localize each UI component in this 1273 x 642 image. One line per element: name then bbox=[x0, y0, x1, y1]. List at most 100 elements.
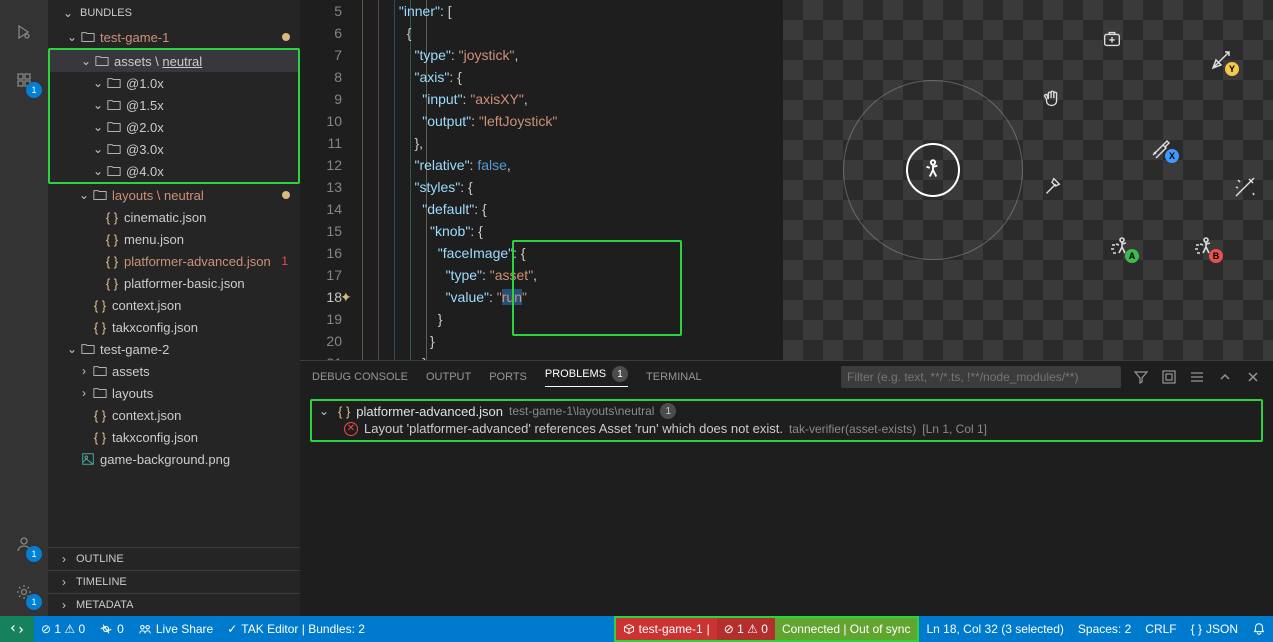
gear-icon[interactable]: 1 bbox=[0, 568, 48, 616]
status-cursor[interactable]: Ln 18, Col 32 (3 selected) bbox=[919, 616, 1070, 642]
tree-row[interactable]: ⌄test-game-2 bbox=[48, 338, 300, 360]
tree-label: @4.0x bbox=[126, 164, 164, 179]
bottom-panel: DEBUG CONSOLE OUTPUT PORTS PROBLEMS1 TERMINA… bbox=[300, 360, 1273, 616]
extensions-icon[interactable]: 1 bbox=[0, 56, 48, 104]
sidebar-section-outline[interactable]: ›OUTLINE bbox=[48, 547, 300, 570]
account-badge: 1 bbox=[26, 546, 42, 562]
problem-file-row[interactable]: ⌄ { } platformer-advanced.json test-game… bbox=[316, 403, 1257, 419]
tree-label: @3.0x bbox=[126, 142, 164, 157]
panel-tab-output[interactable]: OUTPUT bbox=[426, 371, 471, 383]
tree-row[interactable]: ⌄@4.0x bbox=[50, 160, 298, 182]
tree-row[interactable]: { }context.json bbox=[48, 294, 300, 316]
problem-file: platformer-advanced.json bbox=[356, 404, 503, 419]
panel-tabs: DEBUG CONSOLE OUTPUT PORTS PROBLEMS1 TERMINA… bbox=[300, 361, 1273, 393]
highlight-box-code bbox=[512, 240, 682, 336]
close-icon[interactable] bbox=[1245, 369, 1261, 385]
tree-label: test-game-1 bbox=[100, 30, 169, 45]
tree-label: context.json bbox=[112, 408, 181, 423]
tree-label: takxconfig.json bbox=[112, 430, 198, 445]
status-ports[interactable]: 0 bbox=[92, 616, 131, 642]
sword-icon[interactable]: X bbox=[1149, 135, 1173, 159]
problem-location: [Ln 1, Col 1] bbox=[922, 422, 987, 436]
tree-label: context.json bbox=[112, 298, 181, 313]
status-bar: ⊘ 1 ⚠ 0 0 Live Share ✓ TAK Editor | Bund… bbox=[0, 616, 1273, 642]
tree-row[interactable]: game-background.png bbox=[48, 448, 300, 470]
tree-label: @1.5x bbox=[126, 98, 164, 113]
tree-row[interactable]: { }context.json bbox=[48, 404, 300, 426]
tree-label: takxconfig.json bbox=[112, 320, 198, 335]
sidebar-section-label: BUNDLES bbox=[80, 7, 132, 19]
tree-label: cinematic.json bbox=[124, 210, 206, 225]
status-bundle-errors[interactable]: ⊘ 1 ⚠ 0 bbox=[717, 618, 775, 640]
status-liveshare[interactable]: Live Share bbox=[131, 616, 220, 642]
tree-row[interactable]: { }platformer-advanced.json1 bbox=[48, 250, 300, 272]
tree-row[interactable]: { }menu.json bbox=[48, 228, 300, 250]
tree-row[interactable]: ⌄@1.5x bbox=[50, 94, 298, 116]
tree-label: layouts \ neutral bbox=[112, 188, 204, 203]
sidebar: ⌄BUNDLES ⌄test-game-1⌄assets \ neutral⌄@… bbox=[48, 0, 300, 616]
problem-item[interactable]: ✕ Layout 'platformer-advanced' reference… bbox=[316, 421, 1257, 436]
status-highlight-box: test-game-1 | ⊘ 1 ⚠ 0 Connected | Out of… bbox=[614, 616, 920, 642]
remote-indicator[interactable] bbox=[0, 616, 34, 642]
tree-row[interactable]: ›layouts bbox=[48, 382, 300, 404]
chevron-up-icon[interactable] bbox=[1217, 369, 1233, 385]
sidebar-section-header[interactable]: ⌄BUNDLES bbox=[48, 0, 300, 26]
problems-filter-input[interactable] bbox=[841, 366, 1121, 388]
tree-row[interactable]: ⌄layouts \ neutral bbox=[48, 184, 300, 206]
sidebar-section-metadata[interactable]: ›METADATA bbox=[48, 593, 300, 616]
sprint-icon[interactable]: B bbox=[1191, 235, 1217, 259]
status-spaces[interactable]: Spaces: 2 bbox=[1071, 616, 1138, 642]
status-sync[interactable]: Connected | Out of sync bbox=[775, 618, 918, 640]
tree-row[interactable]: ›assets bbox=[48, 360, 300, 382]
filter-icon[interactable] bbox=[1133, 369, 1149, 385]
tree-row[interactable]: { }takxconfig.json bbox=[48, 426, 300, 448]
sparkle-icon[interactable] bbox=[1233, 175, 1257, 199]
panel-tab-ports[interactable]: PORTS bbox=[489, 371, 527, 383]
problem-source: tak-verifier(asset-exists) bbox=[789, 422, 916, 436]
collapse-icon[interactable] bbox=[1161, 369, 1177, 385]
list-icon[interactable] bbox=[1189, 369, 1205, 385]
tree-label: @2.0x bbox=[126, 120, 164, 135]
problem-file-count: 1 bbox=[660, 403, 676, 419]
tree-label: menu.json bbox=[124, 232, 184, 247]
status-bell-icon[interactable] bbox=[1245, 616, 1273, 642]
tree-row[interactable]: { }platformer-basic.json bbox=[48, 272, 300, 294]
status-lang[interactable]: { } JSON bbox=[1184, 616, 1245, 642]
tree-row[interactable]: { }takxconfig.json bbox=[48, 316, 300, 338]
extensions-badge: 1 bbox=[26, 82, 42, 98]
health-icon[interactable] bbox=[1101, 28, 1123, 50]
hand-icon[interactable] bbox=[1041, 88, 1063, 110]
axe-icon[interactable] bbox=[1041, 175, 1063, 197]
code-editor[interactable]: 56789101112131415161718192021 "inner": [… bbox=[300, 0, 783, 360]
status-errors[interactable]: ⊘ 1 ⚠ 0 bbox=[34, 616, 92, 642]
tree-row[interactable]: { }cinematic.json bbox=[48, 206, 300, 228]
run-debug-icon[interactable] bbox=[0, 8, 48, 56]
joystick-preview[interactable] bbox=[843, 80, 1023, 260]
status-tak[interactable]: ✓ TAK Editor | Bundles: 2 bbox=[220, 616, 372, 642]
problem-message: Layout 'platformer-advanced' references … bbox=[364, 421, 783, 436]
tree-label: game-background.png bbox=[100, 452, 230, 467]
arrow-icon[interactable]: Y bbox=[1209, 48, 1233, 72]
error-icon: ✕ bbox=[344, 422, 358, 436]
sidebar-section-timeline[interactable]: ›TIMELINE bbox=[48, 570, 300, 593]
panel-tab-problems[interactable]: PROBLEMS1 bbox=[545, 366, 628, 387]
tree-label: layouts bbox=[112, 386, 153, 401]
account-icon[interactable]: 1 bbox=[0, 520, 48, 568]
panel-tab-debug-console[interactable]: DEBUG CONSOLE bbox=[312, 371, 408, 383]
activity-bar: 1 1 1 bbox=[0, 0, 48, 616]
tree-row[interactable]: ⌄@3.0x bbox=[50, 138, 298, 160]
editor-area: 56789101112131415161718192021 "inner": [… bbox=[300, 0, 1273, 616]
dash-icon[interactable]: A bbox=[1107, 235, 1133, 259]
tree-row[interactable]: ⌄assets \ neutral bbox=[50, 50, 298, 72]
panel-tab-terminal[interactable]: TERMINAL bbox=[646, 371, 702, 383]
tree-row[interactable]: ⌄@1.0x bbox=[50, 72, 298, 94]
tree-row[interactable]: ⌄@2.0x bbox=[50, 116, 298, 138]
bundle-tree: ⌄test-game-1⌄assets \ neutral⌄@1.0x⌄@1.5… bbox=[48, 26, 300, 547]
status-eol[interactable]: CRLF bbox=[1138, 616, 1183, 642]
tree-row[interactable]: ⌄test-game-1 bbox=[48, 26, 300, 48]
joystick-knob[interactable] bbox=[906, 143, 960, 197]
preview-pane: Y X A B bbox=[783, 0, 1273, 360]
tree-label: assets bbox=[112, 364, 150, 379]
tree-label: assets \ neutral bbox=[114, 54, 202, 69]
status-bundle[interactable]: test-game-1 | bbox=[616, 618, 717, 640]
